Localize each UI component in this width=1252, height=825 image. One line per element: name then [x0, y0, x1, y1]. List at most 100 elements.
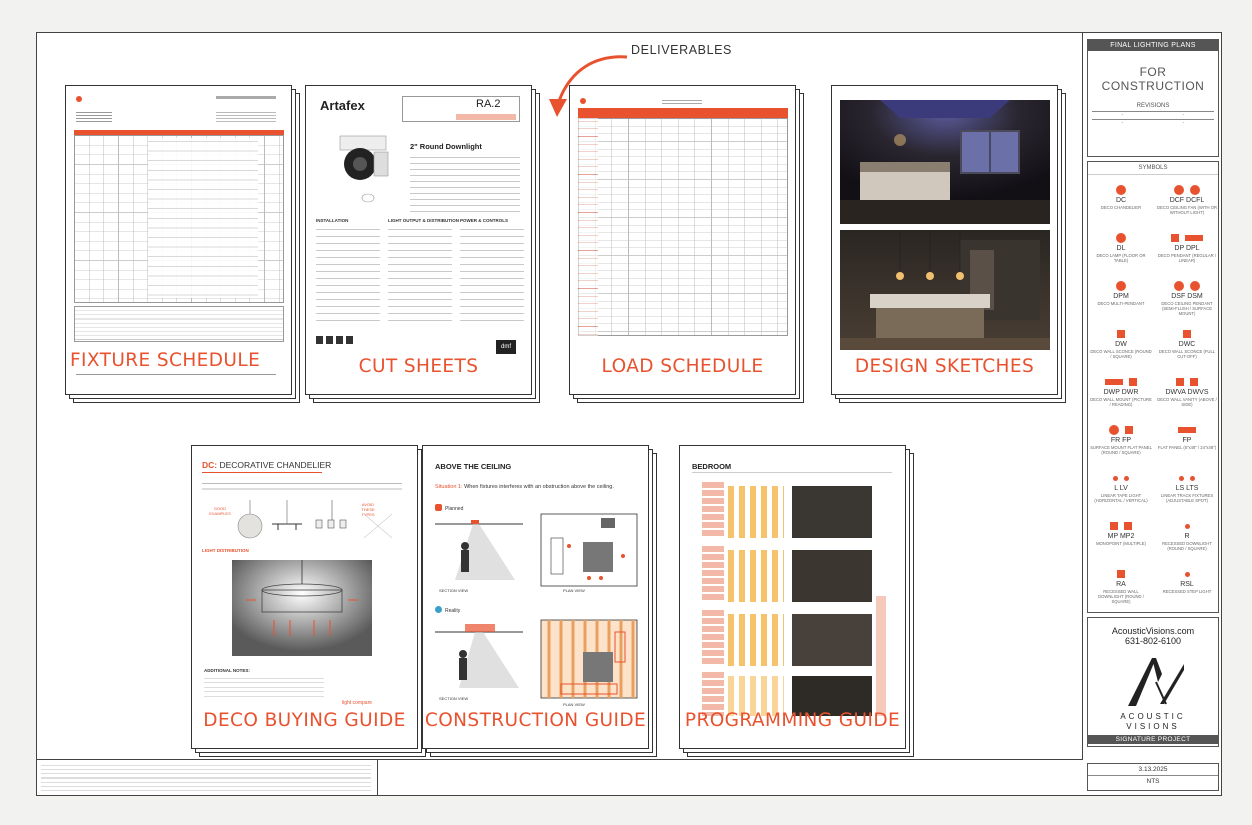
kitchen-render-image: [840, 230, 1050, 350]
drawing-area: DELIVERABLES FIXTURE SCHEDULE Artafex RA…: [37, 33, 1083, 760]
planned-section-diagram: [435, 520, 523, 580]
symbol-dc: DC DECO CHANDELIER: [1090, 182, 1152, 210]
ring-fixture-icon: [1090, 230, 1152, 246]
symbol-dwc: DWC DECO WALL SCONCE (FULL CUT-OFF): [1156, 326, 1218, 359]
symbol-description: DECO CEILING PENDANT (SEMI-FLUSH / SURFA…: [1161, 300, 1213, 316]
plan-status-header: FINAL LIGHTING PLANS: [1088, 40, 1218, 51]
rosette-fixture-icon: [1090, 182, 1152, 198]
symbol-description: RECESSED STEP LIGHT: [1162, 588, 1212, 594]
symbol-fp: FP FLAT PANEL (6"x48" / 24"x48"): [1156, 422, 1218, 450]
symbol-description: RECESSED WALL DOWNLIGHT (ROUND / SQUARE): [1098, 588, 1144, 604]
drawing-sheet: DELIVERABLES FIXTURE SCHEDULE Artafex RA…: [36, 32, 1222, 796]
cut-sheets-title: CUT SHEETS: [358, 356, 479, 377]
reality-section-diagram: [435, 624, 523, 688]
vanity-fixture-icon: [1156, 374, 1218, 390]
av-logo-icon: [1128, 658, 1184, 706]
reality-plan-diagram: [540, 619, 638, 699]
symbol-ra: RA RECESSED WALL DOWNLIGHT (ROUND / SQUAR…: [1090, 566, 1152, 604]
title-block: FINAL LIGHTING PLANS FOR CONSTRUCTION RE…: [1083, 33, 1223, 797]
symbols-legend: SYMBOLS DC DECO CHANDELIER DCF DCFL DECO CE…: [1087, 161, 1219, 613]
symbol-description: DECO WALL SCONCE (ROUND / SQUARE): [1090, 348, 1152, 359]
plan-status-box: FINAL LIGHTING PLANS FOR CONSTRUCTION RE…: [1087, 39, 1219, 157]
light-compare-logo: light compare: [342, 700, 373, 706]
symbol-fr-fp: FR FP SURFACE MOUNT FLAT PANEL (ROUND / S…: [1090, 422, 1152, 455]
mono-fixture-icon: [1090, 518, 1152, 534]
symbol-description: DECO LAMP (FLOOR OR TABLE): [1096, 252, 1146, 263]
chandelier-examples-icon: [237, 500, 393, 539]
logo-text-2: VISIONS: [1126, 722, 1180, 731]
symbol-description: DECO PENDANT (REGULAR / LINEAR): [1157, 252, 1217, 263]
symbol-dl: DL DECO LAMP (FLOOR OR TABLE): [1090, 230, 1152, 263]
symbol-description: SURFACE MOUNT FLAT PANEL (ROUND / SQUARE…: [1090, 444, 1152, 455]
symbol-l-lv: L LV LINEAR TAPE LIGHT (HORIZONTAL / VERT…: [1090, 470, 1152, 503]
load-schedule-title: LOAD SCHEDULE: [601, 356, 764, 377]
symbol-code: DWVA DWVS: [1165, 389, 1209, 396]
multi-fixture-icon: [1090, 278, 1152, 294]
symbol-description: DECO MULTI-PENDANT: [1097, 300, 1145, 306]
project-name: SIGNATURE PROJECT: [1088, 735, 1218, 744]
cut-sheet-model: RA.2: [476, 98, 501, 110]
status-line-2: CONSTRUCTION: [1101, 79, 1205, 93]
programming-guide-card[interactable]: BEDROOM PROGRAMMING GUIDE: [679, 445, 914, 757]
symbol-description: FLAT PANEL (6"x48" / 24"x48"): [1157, 444, 1217, 450]
sconce-fixture-icon: [1090, 326, 1152, 342]
date: 3.13.2025: [1088, 764, 1218, 776]
fan-fixture-icon: [1156, 182, 1218, 198]
symbol-mp-mp2: MP MP2 MONOPOINT (MULTIPLE): [1090, 518, 1152, 546]
semi-fixture-icon: [1156, 278, 1218, 294]
additional-notes-label: ADDITIONAL NOTES:: [204, 668, 250, 673]
construction-guide-card[interactable]: ABOVE THE CEILING Situation 1: When fixt…: [422, 445, 657, 757]
company-phone: 631-802-6100: [1124, 636, 1182, 646]
wall-dl-fixture-icon: [1090, 566, 1152, 582]
downlight-product-icon: [339, 135, 389, 203]
symbol-description: DECO WALL SCONCE (FULL CUT-OFF): [1158, 348, 1216, 359]
panel-fixture-icon: [1156, 422, 1218, 438]
load-schedule-card[interactable]: LOAD SCHEDULE: [569, 85, 804, 403]
symbol-ls-lts: LS LTS LINEAR TRACK FIXTURES (ADJUSTABLE …: [1156, 470, 1218, 503]
symbol-description: RECESSED DOWNLIGHT (ROUND / SQUARE): [1162, 540, 1212, 551]
step-fixture-icon: [1156, 566, 1218, 582]
planned-plan-diagram: [540, 513, 638, 587]
deco-guide-title: DECORATIVE CHANDELIER: [219, 460, 332, 470]
symbol-description: LINEAR TAPE LIGHT (HORIZONTAL / VERTICAL…: [1094, 492, 1148, 503]
symbol-description: DECO CHANDELIER: [1100, 204, 1142, 210]
symbol-description: LINEAR TRACK FIXTURES (ADJUSTABLE SPOT): [1160, 492, 1214, 503]
deco-buying-guide-title: DECO BUYING GUIDE: [203, 710, 406, 731]
programming-guide-title: PROGRAMMING GUIDE: [684, 710, 901, 731]
symbol-description: DECO WALL VANITY (ABOVE / SIDE): [1157, 396, 1217, 407]
track-fixture-icon: [1156, 470, 1218, 486]
cut-sheet-brand: Artafex: [320, 98, 365, 113]
fixture-schedule-title: FIXTURE SCHEDULE: [70, 350, 261, 371]
cut-sheet-product-title: 2" Round Downlight: [410, 142, 482, 151]
light-distribution-diagram: [232, 560, 372, 656]
revisions-label: REVISIONS: [1136, 103, 1170, 109]
symbol-dsf-dsm: DSF DSM DECO CEILING PENDANT (SEMI-FLUSH …: [1156, 278, 1218, 316]
situation-label: Situation 1:: [435, 484, 463, 490]
programming-room-title: BEDROOM: [692, 462, 732, 471]
symbol-r: R RECESSED DOWNLIGHT (ROUND / SQUARE): [1156, 518, 1218, 551]
construction-guide-title: CONSTRUCTION GUIDE: [424, 710, 647, 731]
reality-label: Reality: [445, 608, 461, 614]
symbol-dwva-dwvs: DWVA DWVS DECO WALL VANITY (ABOVE / SIDE): [1156, 374, 1218, 407]
section-view-label-2: SECTION VIEW: [439, 696, 469, 701]
scale: NTS: [1146, 778, 1160, 785]
symbols-title: SYMBOLS: [1088, 162, 1218, 175]
design-sketches-title: DESIGN SKETCHES: [854, 356, 1035, 377]
dot-fixture-icon: [1156, 518, 1218, 534]
deco-buying-guide-card[interactable]: DC: DECORATIVE CHANDELIER GOOD EXAMPLES …: [191, 445, 426, 757]
symbol-description: DECO CEILING FAN (WITH OR WITHOUT LIGHT): [1156, 204, 1218, 215]
cut-sheets-card[interactable]: Artafex RA.2 2" Round Downlight INSTALLA…: [305, 85, 540, 403]
date-scale-box: 3.13.2025 NTS: [1087, 763, 1219, 791]
bedroom-render-image: [840, 100, 1050, 224]
symbol-dp-dpl: DP DPL DECO PENDANT (REGULAR / LINEAR): [1156, 230, 1218, 263]
plan-view-label-1: PLAN VIEW: [563, 588, 585, 593]
general-notes: [37, 760, 1083, 796]
section-view-label-1: SECTION VIEW: [439, 588, 469, 593]
cut-sheet-section-1: INSTALLATION: [316, 218, 349, 223]
design-sketches-card[interactable]: DESIGN SKETCHES: [831, 85, 1066, 403]
symbol-description: MONOPOINT (MULTIPLE): [1096, 540, 1146, 546]
deco-guide-prefix: DC:: [202, 460, 218, 470]
symbol-dcf-dcfl: DCF DCFL DECO CEILING FAN (WITH OR WITHOU…: [1156, 182, 1218, 215]
fixture-schedule-card[interactable]: FIXTURE SCHEDULE: [65, 85, 300, 403]
cut-sheet-section-3: POWER & CONTROLS: [460, 218, 508, 223]
